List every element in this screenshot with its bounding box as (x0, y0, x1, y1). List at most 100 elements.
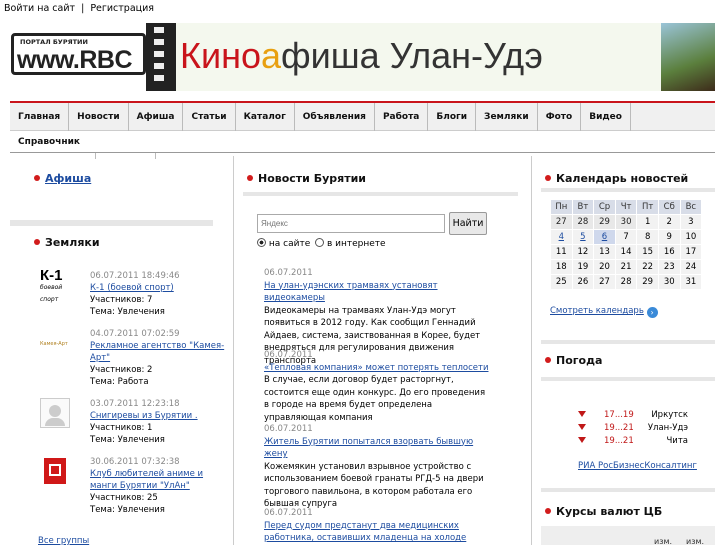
login-link[interactable]: Войти на сайт (4, 3, 75, 14)
currency-heading: Курсы валют ЦБ (545, 505, 662, 518)
nav-item[interactable]: Каталог (236, 103, 295, 131)
banner-title: Киноафиша Улан-Удэ (180, 35, 543, 76)
group-name-link[interactable]: К-1 (боевой спорт) (90, 282, 230, 294)
calendar-day[interactable]: 20 (593, 259, 616, 275)
weather-row: 19...21 Улан-Удэ (578, 423, 698, 433)
calendar-day[interactable]: 31 (679, 274, 703, 290)
calendar-heading: Календарь новостей (545, 172, 688, 185)
calendar-day[interactable]: 7 (614, 229, 638, 245)
avatar-icon[interactable] (40, 398, 70, 428)
register-link[interactable]: Регистрация (90, 3, 154, 14)
bullet-icon (34, 175, 40, 181)
nav-item[interactable]: Главная (10, 103, 70, 131)
calendar-day[interactable]: 25 (550, 274, 573, 290)
search-input[interactable] (257, 214, 445, 233)
radio-site[interactable] (257, 238, 266, 247)
bullet-icon (34, 239, 40, 245)
calendar-day[interactable]: 30 (657, 274, 681, 290)
calendar-day[interactable]: 2 (657, 214, 681, 230)
group-theme: Тема: Увлечения (90, 505, 165, 515)
temperature-down-icon (578, 411, 586, 417)
group-name-link[interactable]: Рекламное агентство "Камея-Арт" (90, 340, 230, 364)
group-theme: Тема: Увлечения (90, 435, 165, 445)
calendar-day[interactable]: 8 (636, 229, 659, 245)
group-members: Участников: 1 (90, 423, 153, 433)
calendar-day[interactable]: 19 (571, 259, 595, 275)
nav-item[interactable]: Объявления (295, 103, 375, 131)
nav-item[interactable]: Фото (538, 103, 582, 131)
calendar-day[interactable]: 9 (657, 229, 681, 245)
weekday-header: Вт (571, 199, 595, 215)
group-logo[interactable]: Камея-Арт (40, 328, 70, 358)
calendar-day[interactable]: 21 (614, 259, 638, 275)
nav-item[interactable]: Земляки (476, 103, 538, 131)
calendar-day[interactable]: 5 (571, 229, 595, 245)
calendar-day[interactable]: 16 (657, 244, 681, 260)
weather-source-link[interactable]: РИА РосБизнесКонсалтинг (578, 461, 697, 471)
bullet-icon (545, 508, 551, 514)
group-logo[interactable] (40, 456, 70, 486)
news-title-link[interactable]: Житель Бурятии попытался взорвать бывшую… (264, 436, 489, 461)
currency-table-header: изм. изм. (541, 526, 715, 546)
calendar-day[interactable]: 29 (593, 214, 616, 230)
logo-text: www.RBC (17, 46, 133, 74)
calendar-day[interactable]: 24 (679, 259, 703, 275)
calendar-day[interactable]: 6 (593, 229, 616, 245)
nav-item[interactable]: Новости (69, 103, 129, 131)
group-logo[interactable]: К-1 боевой спорт (40, 268, 70, 303)
search-button[interactable]: Найти (449, 212, 487, 235)
film-strip-icon (146, 23, 176, 91)
nav-item[interactable]: Блоги (428, 103, 477, 131)
bullet-icon (545, 357, 551, 363)
sub-nav: Справочник (10, 131, 715, 153)
afisha-heading[interactable]: Афиша (34, 172, 91, 185)
nav-item[interactable]: Афиша (129, 103, 184, 131)
calendar-day[interactable]: 30 (614, 214, 638, 230)
calendar-day[interactable]: 27 (593, 274, 616, 290)
news-title-link[interactable]: На улан-удэнских трамваях установят виде… (264, 280, 489, 305)
search-scope: на сайте в интернете (257, 238, 386, 249)
bullet-icon (545, 175, 551, 181)
calendar-day[interactable]: 26 (571, 274, 595, 290)
group-theme: Тема: Увлечения (90, 307, 165, 317)
news-item: 06.07.2011 Житель Бурятии попытался взорв… (264, 423, 489, 511)
calendar-day[interactable]: 13 (593, 244, 616, 260)
calendar-day[interactable]: 3 (679, 214, 703, 230)
calendar-day[interactable]: 28 (571, 214, 595, 230)
nav-item[interactable]: Статьи (183, 103, 236, 131)
calendar-day[interactable]: 10 (679, 229, 703, 245)
calendar-day[interactable]: 11 (550, 244, 573, 260)
calendar-link[interactable]: Смотреть календарь › (550, 306, 658, 318)
group-members: Участников: 7 (90, 295, 153, 305)
nav-item[interactable]: Работа (375, 103, 429, 131)
radio-web-label: в интернете (326, 239, 386, 249)
calendar-day[interactable]: 22 (636, 259, 659, 275)
news-title-link[interactable]: «Тепловая компания» может потерять тепло… (264, 362, 489, 375)
weekday-header: Вс (679, 199, 703, 215)
calendar-day[interactable]: 15 (636, 244, 659, 260)
calendar-day[interactable]: 18 (550, 259, 573, 275)
calendar-day[interactable]: 17 (679, 244, 703, 260)
calendar-day[interactable]: 1 (636, 214, 659, 230)
calendar-day[interactable]: 12 (571, 244, 595, 260)
radio-web[interactable] (315, 238, 325, 247)
calendar-day[interactable]: 28 (614, 274, 638, 290)
divider (10, 152, 715, 153)
calendar-day[interactable]: 27 (550, 214, 573, 230)
group-name-link[interactable]: Снигиревы из Бурятии . (90, 410, 230, 422)
column-divider (233, 156, 234, 545)
site-logo[interactable]: ПОРТАЛ БУРЯТИИ www.RBC (11, 33, 146, 75)
nav-item[interactable]: Видео (581, 103, 631, 131)
kinoafisha-banner[interactable]: Киноафиша Улан-Удэ (146, 23, 715, 91)
nav-item-spravochnik[interactable]: Справочник (18, 137, 80, 147)
news-date: 06.07.2011 (264, 508, 313, 518)
calendar-day[interactable]: 23 (657, 259, 681, 275)
news-calendar: Пн Вт Ср Чт Пт Сб Вс 27 28 29 30 1 2 3 4 5 6 7 8 9 10 11 12 13 1… (550, 199, 703, 290)
calendar-day[interactable]: 29 (636, 274, 659, 290)
news-title-link[interactable]: Перед судом предстанут два медицинских р… (264, 520, 489, 545)
calendar-day[interactable]: 14 (614, 244, 638, 260)
weather-heading: Погода (545, 354, 602, 367)
calendar-day[interactable]: 4 (550, 229, 573, 245)
group-name-link[interactable]: Клуб любителей аниме и манги Бурятии "Ул… (90, 468, 230, 492)
weekday-header: Чт (614, 199, 638, 215)
